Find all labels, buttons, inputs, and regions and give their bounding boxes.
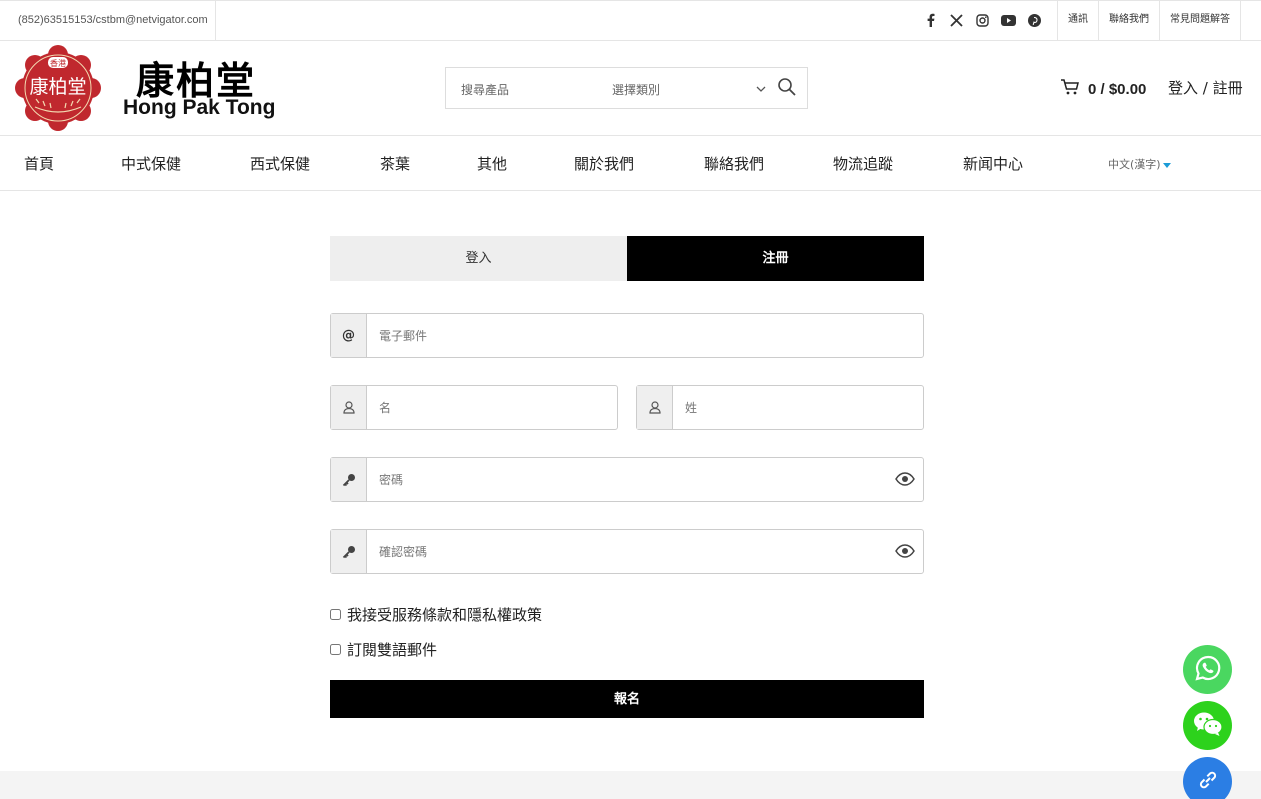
top-link-faq[interactable]: 常見問題解答 <box>1159 1 1241 41</box>
nav-item-western-health[interactable]: 西式保健 <box>250 153 310 174</box>
whatsapp-icon <box>1194 654 1222 686</box>
footer-strip <box>0 771 1261 799</box>
key-icon <box>331 530 367 573</box>
last-name-field <box>636 385 924 430</box>
nav-item-chinese-health[interactable]: 中式保健 <box>121 153 181 174</box>
logo-top-text: 香港 <box>50 58 66 68</box>
language-selector[interactable]: 中文(漢字) <box>1108 156 1171 172</box>
instagram-icon[interactable] <box>974 10 991 30</box>
tab-login[interactable]: 登入 <box>330 236 627 281</box>
newsletter-checkbox-row: 訂閱雙語郵件 <box>330 639 437 660</box>
search-icon[interactable] <box>777 77 797 101</box>
cart-widget[interactable]: 0 / $0.00 <box>1060 78 1146 100</box>
last-name-input[interactable] <box>674 386 919 429</box>
youtube-icon[interactable] <box>1000 10 1017 30</box>
top-link-newsletter[interactable]: 通訊 <box>1057 1 1098 41</box>
email-field: @ <box>330 313 924 358</box>
confirm-password-field <box>330 529 924 574</box>
chevron-down-icon[interactable] <box>755 80 767 99</box>
wechat-icon <box>1193 711 1223 741</box>
page: (852)63515153/cstbm@netvigator.com 通訊 聯絡… <box>0 0 1261 799</box>
terms-checkbox-row: 我接受服務條款和隱私權政策 <box>330 604 542 625</box>
caret-down-icon <box>1162 162 1171 168</box>
register-submit-button[interactable]: 報名 <box>330 680 924 718</box>
login-register-link[interactable]: 登入 / 註冊 <box>1168 77 1243 98</box>
x-icon[interactable] <box>948 10 965 30</box>
at-icon: @ <box>331 314 367 357</box>
terms-checkbox[interactable] <box>330 609 341 620</box>
user-icon <box>637 386 673 429</box>
search-input[interactable]: 搜尋產品 <box>461 81 509 98</box>
tab-register[interactable]: 注冊 <box>627 236 924 281</box>
password-input[interactable] <box>368 458 878 501</box>
eye-icon[interactable] <box>895 543 915 563</box>
top-links: 通訊 聯絡我們 常見問題解答 <box>1057 1 1241 41</box>
brand-name-english[interactable]: Hong Pak Tong <box>123 96 275 120</box>
search-bar: 搜尋產品 選擇類別 <box>445 67 808 109</box>
logo-main-text: 康柏堂 <box>29 76 86 98</box>
confirm-password-input[interactable] <box>368 530 878 573</box>
whatsapp-button[interactable] <box>1183 645 1232 694</box>
top-link-contact[interactable]: 聯絡我們 <box>1098 1 1159 41</box>
eye-icon[interactable] <box>895 471 915 491</box>
key-icon <box>331 458 367 501</box>
email-input[interactable] <box>368 314 918 357</box>
language-label: 中文(漢字) <box>1108 158 1161 171</box>
pinterest-icon[interactable] <box>1026 10 1043 30</box>
facebook-icon[interactable] <box>922 10 939 30</box>
top-bar: (852)63515153/cstbm@netvigator.com 通訊 聯絡… <box>0 0 1261 41</box>
nav-item-contact[interactable]: 聯絡我們 <box>704 153 764 174</box>
password-field <box>330 457 924 502</box>
link-icon <box>1196 768 1220 796</box>
main-nav: 首頁 中式保健 西式保健 茶葉 其他 關於我們 聯絡我們 物流追蹤 新闻中心 中… <box>0 135 1261 191</box>
nav-item-news[interactable]: 新闻中心 <box>963 153 1023 174</box>
logo-badge[interactable]: 香港 康柏堂 <box>15 45 101 131</box>
cart-icon <box>1060 78 1080 100</box>
newsletter-checkbox[interactable] <box>330 644 341 655</box>
nav-item-home[interactable]: 首頁 <box>24 153 54 174</box>
at-symbol: @ <box>342 328 355 343</box>
first-name-field <box>330 385 618 430</box>
cart-total: 0 / $0.00 <box>1088 80 1147 98</box>
category-select[interactable]: 選擇類別 <box>612 81 660 98</box>
nav-item-tea[interactable]: 茶葉 <box>380 153 410 174</box>
first-name-input[interactable] <box>368 386 613 429</box>
contact-info: (852)63515153/cstbm@netvigator.com <box>0 1 216 41</box>
terms-label: 我接受服務條款和隱私權政策 <box>347 606 543 624</box>
social-links <box>922 10 1043 30</box>
nav-item-about[interactable]: 關於我們 <box>574 153 634 174</box>
newsletter-label: 訂閱雙語郵件 <box>347 641 438 659</box>
nav-item-others[interactable]: 其他 <box>477 153 507 174</box>
wechat-button[interactable] <box>1183 701 1232 750</box>
nav-item-tracking[interactable]: 物流追蹤 <box>833 153 893 174</box>
user-icon <box>331 386 367 429</box>
link-button[interactable] <box>1183 757 1232 799</box>
